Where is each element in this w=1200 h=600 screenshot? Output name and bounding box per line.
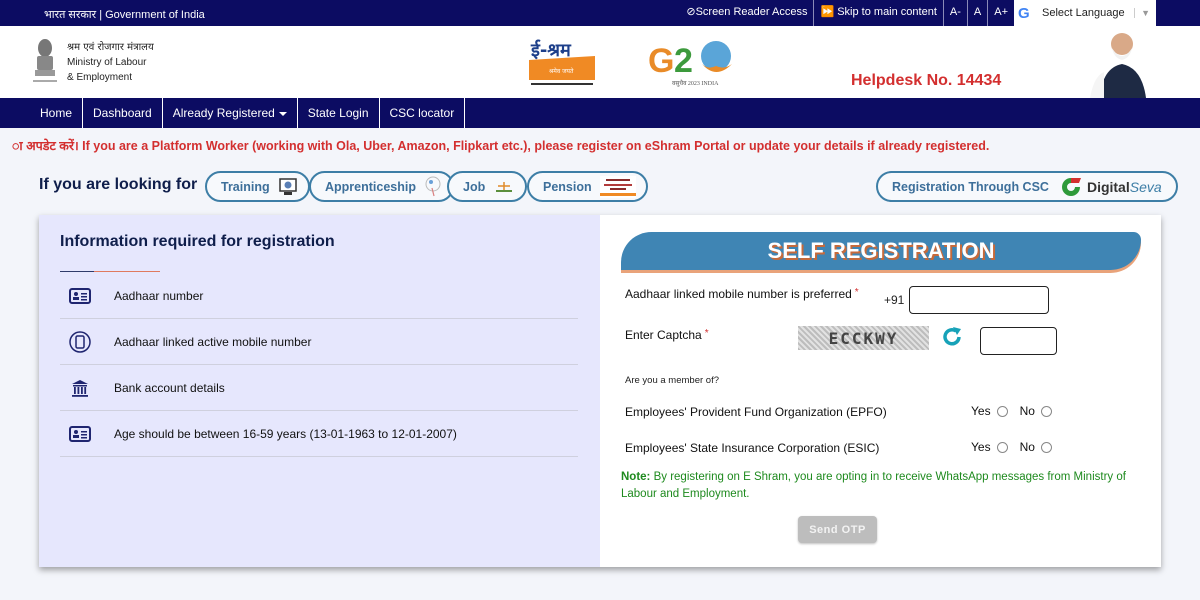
nav-state-login[interactable]: State Login bbox=[298, 98, 380, 128]
language-select-value: Select Language bbox=[1042, 7, 1125, 19]
info-list: Aadhaar number Aadhaar linked active mob… bbox=[60, 273, 578, 457]
self-registration-banner: SELF REGISTRATION bbox=[621, 232, 1141, 270]
site-header: श्रम एवं रोजगार मंत्रालय Ministry of Lab… bbox=[0, 26, 1200, 98]
svg-text:2: 2 bbox=[674, 42, 693, 80]
font-normal-button[interactable]: A bbox=[968, 0, 989, 26]
self-registration-panel: SELF REGISTRATION Aadhaar linked mobile … bbox=[600, 215, 1161, 567]
digital-seva-brand: DigitalSeva bbox=[1086, 178, 1162, 195]
nav-home[interactable]: Home bbox=[30, 98, 84, 128]
ministry-name-line2: & Employment bbox=[67, 72, 133, 83]
google-icon: G bbox=[1018, 4, 1030, 22]
registration-card: Information required for registration Aa… bbox=[39, 215, 1161, 567]
captcha-image: ECCKWY bbox=[798, 326, 929, 350]
training-button[interactable]: Training bbox=[205, 171, 310, 202]
caret-down-icon bbox=[278, 111, 287, 116]
mobile-number-label: Aadhaar linked mobile number is preferre… bbox=[625, 287, 859, 301]
send-otp-button[interactable]: Send OTP bbox=[798, 516, 877, 543]
mobile-number-input[interactable] bbox=[909, 286, 1049, 314]
training-computer-icon bbox=[278, 177, 297, 195]
screen-reader-access-link[interactable]: ⊘Screen Reader Access bbox=[680, 0, 815, 26]
helpdesk-number: Helpdesk No. 14434 bbox=[851, 72, 1002, 89]
top-bar: भारत सरकार | Government of India ⊘Screen… bbox=[0, 0, 1200, 26]
info-title: Information required for registration bbox=[60, 233, 335, 250]
accessibility-bar: ⊘Screen Reader Access ⏩ Skip to main con… bbox=[680, 0, 1200, 26]
nav-already-registered[interactable]: Already Registered bbox=[163, 98, 298, 128]
nav-csc-locator[interactable]: CSC locator bbox=[380, 98, 466, 128]
pm-portrait-image bbox=[1090, 33, 1146, 98]
epfo-radio-group: Yes No bbox=[971, 404, 1064, 418]
skip-to-main-content-link[interactable]: ⏩ Skip to main content bbox=[814, 0, 944, 26]
ministry-name-line1: Ministry of Labour bbox=[67, 57, 147, 68]
info-item: Age should be between 16-59 years (13-01… bbox=[60, 411, 578, 457]
national-emblem-icon bbox=[33, 39, 57, 82]
esic-label: Employees' State Insurance Corporation (… bbox=[625, 441, 880, 455]
g20-logo-icon: G 2 वसुधैव 2023 INDIA bbox=[648, 41, 732, 87]
self-registration-title: SELF REGISTRATION bbox=[767, 238, 995, 263]
job-button[interactable]: Job bbox=[447, 171, 528, 202]
svg-text:श्रमेव जयते: श्रमेव जयते bbox=[549, 67, 574, 75]
main-navigation: Home Dashboard Already Registered State … bbox=[0, 98, 1200, 128]
registration-through-csc-button[interactable]: Registration Through CSC DigitalSeva bbox=[876, 171, 1178, 202]
looking-for-label: If you are looking for bbox=[39, 176, 198, 193]
country-code: +91 bbox=[884, 293, 905, 307]
fast-forward-icon: ⏩ bbox=[820, 6, 838, 18]
font-increase-button[interactable]: A+ bbox=[988, 0, 1014, 26]
epfo-label: Employees' Provident Fund Organization (… bbox=[625, 405, 887, 419]
id-card-icon bbox=[69, 425, 91, 442]
whatsapp-note: Note: By registering on E Shram, you are… bbox=[621, 471, 1126, 500]
refresh-captcha-icon[interactable] bbox=[940, 325, 964, 349]
digital-seva-logo-icon bbox=[1061, 177, 1081, 196]
info-panel: Information required for registration Aa… bbox=[39, 215, 600, 567]
required-asterisk: * bbox=[704, 328, 709, 339]
nav-dashboard[interactable]: Dashboard bbox=[83, 98, 163, 128]
required-asterisk: * bbox=[854, 287, 859, 298]
epfo-yes-radio[interactable] bbox=[996, 405, 1008, 417]
apprenticeship-bulb-icon bbox=[425, 176, 441, 196]
info-item: Aadhaar linked active mobile number bbox=[60, 319, 578, 365]
font-decrease-button[interactable]: A- bbox=[944, 0, 968, 26]
pension-scheme-icon bbox=[599, 175, 636, 198]
mobile-phone-icon bbox=[69, 330, 91, 353]
esic-radio-group: Yes No bbox=[971, 440, 1064, 454]
government-of-india-label: भारत सरकार | Government of India bbox=[44, 9, 205, 21]
svg-text:ई-श्रम: ई-श्रम bbox=[530, 39, 572, 61]
info-item: Bank account details bbox=[60, 365, 578, 411]
ministry-name-hindi: श्रम एवं रोजगार मंत्रालय bbox=[67, 42, 154, 53]
bank-icon bbox=[72, 379, 88, 397]
apprenticeship-button[interactable]: Apprenticeship bbox=[309, 171, 454, 202]
id-card-icon bbox=[69, 287, 91, 304]
eshram-logo-icon[interactable]: ई-श्रम श्रमेव जयते bbox=[529, 36, 595, 88]
svg-text:वसुधैव 2023 INDIA: वसुधैव 2023 INDIA bbox=[672, 79, 719, 87]
eye-slash-icon: ⊘ bbox=[686, 6, 696, 18]
esic-yes-radio[interactable] bbox=[996, 441, 1008, 453]
info-item: Aadhaar number bbox=[60, 273, 578, 319]
svg-text:G: G bbox=[648, 42, 674, 80]
title-underline bbox=[60, 271, 160, 272]
dropdown-arrow-icon: ▼ bbox=[1134, 8, 1156, 18]
epfo-no-radio[interactable] bbox=[1040, 405, 1052, 417]
job-portal-icon bbox=[496, 181, 513, 192]
pension-button[interactable]: Pension bbox=[527, 171, 648, 202]
announcement-marquee: ा अपडेट करें। If you are a Platform Work… bbox=[12, 139, 990, 153]
esic-no-radio[interactable] bbox=[1040, 441, 1052, 453]
language-select[interactable]: G Select Language ▼ bbox=[1014, 0, 1156, 26]
member-question: Are you a member of? bbox=[625, 375, 719, 386]
ministry-name: श्रम एवं रोजगार मंत्रालय Ministry of Lab… bbox=[67, 40, 154, 85]
captcha-input[interactable] bbox=[980, 327, 1057, 355]
captcha-label: Enter Captcha * bbox=[625, 328, 709, 342]
